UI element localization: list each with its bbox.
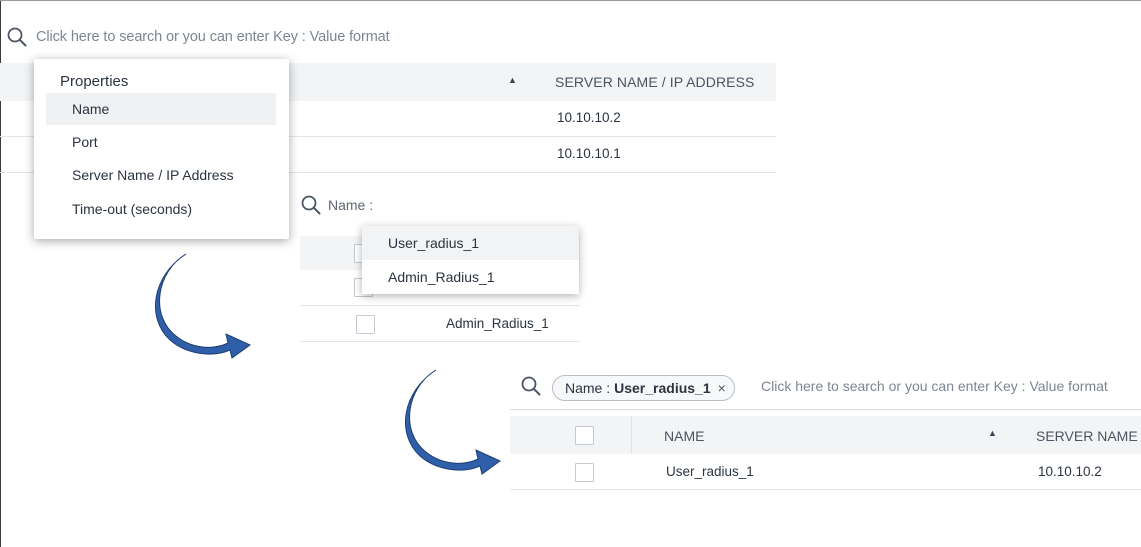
select-all-checkbox[interactable] (575, 426, 594, 445)
image-border-top (0, 0, 1141, 1)
filter-chip[interactable]: Name : User_radius_1 × (552, 375, 735, 401)
search-icon (301, 195, 321, 215)
search-bar[interactable]: Name : (300, 190, 580, 220)
search-icon (521, 376, 541, 396)
property-item-port[interactable]: Port (46, 126, 276, 158)
filtered-results-panel: Name : User_radius_1 × Click here to sea… (510, 362, 1141, 492)
search-placeholder: Click here to search or you can enter Ke… (36, 29, 390, 45)
table-header: NAME ▲ SERVER NAME (510, 416, 1141, 454)
column-header-server[interactable]: SERVER NAME / IP ADDRESS (555, 74, 755, 90)
filter-chip-key: Name : (565, 380, 611, 396)
table-row[interactable]: Admin_Radius_1 (300, 306, 580, 342)
name-cell: Admin_Radius_1 (446, 316, 549, 331)
name-cell: User_radius_1 (666, 464, 754, 479)
search-bar[interactable]: Click here to search or you can enter Ke… (6, 20, 776, 54)
suggestion-item[interactable]: Admin_Radius_1 (362, 260, 579, 294)
search-key-label: Name : (328, 197, 374, 213)
column-divider (631, 416, 632, 454)
suggestion-item[interactable]: User_radius_1 (362, 226, 579, 260)
server-cell: 10.10.10.1 (557, 146, 621, 161)
curved-arrow-icon (155, 253, 251, 359)
property-item-name[interactable]: Name (46, 93, 276, 125)
row-checkbox[interactable] (356, 315, 375, 334)
close-icon[interactable]: × (718, 380, 726, 396)
sort-ascending-icon[interactable]: ▲ (508, 75, 517, 85)
property-item-server[interactable]: Server Name / IP Address (46, 159, 276, 191)
properties-title: Properties (60, 73, 129, 90)
filter-chip-value: User_radius_1 (614, 380, 711, 396)
search-placeholder: Click here to search or you can enter Ke… (761, 378, 1108, 394)
column-header-server[interactable]: SERVER NAME (1036, 428, 1138, 444)
sort-ascending-icon[interactable]: ▲ (988, 428, 997, 438)
server-cell: 10.10.10.2 (1038, 464, 1102, 479)
table-row[interactable]: User_radius_1 10.10.10.2 (510, 454, 1141, 490)
property-item-timeout[interactable]: Time-out (seconds) (46, 193, 276, 225)
value-suggestion-dropdown: User_radius_1 Admin_Radius_1 (362, 226, 579, 294)
properties-dropdown: Properties Name Port Server Name / IP Ad… (34, 59, 289, 239)
server-cell: 10.10.10.2 (557, 110, 621, 125)
curved-arrow-icon (405, 369, 501, 475)
search-icon (7, 27, 27, 47)
row-checkbox[interactable] (575, 463, 594, 482)
search-bar[interactable]: Name : User_radius_1 × Click here to sea… (510, 362, 1141, 410)
column-header-name[interactable]: NAME (664, 428, 704, 444)
